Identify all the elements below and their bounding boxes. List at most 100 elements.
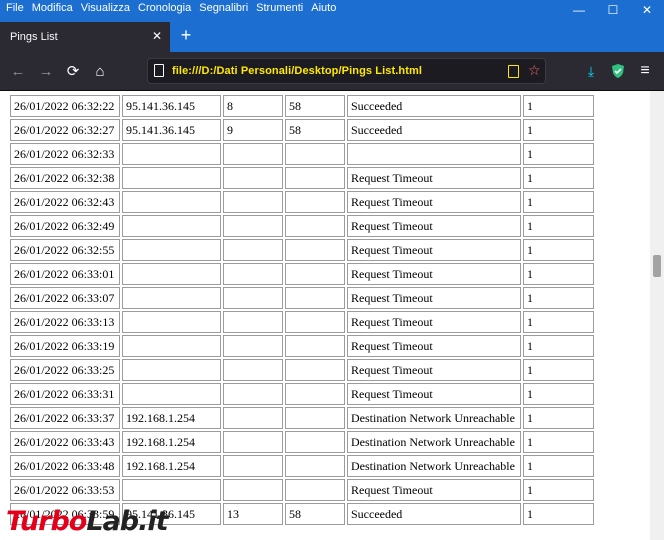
cell-timestamp: 26/01/2022 06:32:49 — [10, 215, 120, 237]
url-text: file:///D:/Dati Personali/Desktop/Pings … — [172, 65, 422, 77]
table-row: 26/01/2022 06:32:27 95.141.36.145 9 58 Succe… — [10, 119, 594, 141]
cell-ip-address — [122, 191, 221, 213]
scrollbar-thumb[interactable] — [653, 255, 661, 277]
cell-sequence — [223, 479, 283, 501]
shield-extension-icon[interactable] — [608, 61, 628, 81]
cell-count: 1 — [523, 407, 594, 429]
cell-sequence — [223, 287, 283, 309]
cell-count: 1 — [523, 503, 594, 525]
cell-ttl — [285, 431, 345, 453]
cell-sequence — [223, 263, 283, 285]
reload-button[interactable]: ⟳ — [61, 59, 85, 83]
cell-timestamp: 26/01/2022 06:33:53 — [10, 479, 120, 501]
menu-visualizza[interactable]: Visualizza — [81, 2, 130, 14]
cell-ttl — [285, 359, 345, 381]
cell-ttl — [285, 263, 345, 285]
download-icon[interactable]: ⤓ — [581, 61, 601, 81]
cell-ip-address: 192.168.1.254 — [122, 455, 221, 477]
cell-ip-address — [122, 335, 221, 357]
table-row: 26/01/2022 06:33:48 192.168.1.254 Destinat… — [10, 455, 594, 477]
menu-aiuto[interactable]: Aiuto — [311, 2, 336, 14]
cell-count: 1 — [523, 167, 594, 189]
title-bar: File Modifica Visualizza Cronologia Segn… — [0, 0, 664, 20]
cell-sequence — [223, 311, 283, 333]
cell-status: Request Timeout — [347, 335, 521, 357]
cell-count: 1 — [523, 455, 594, 477]
turbolab-watermark-logo: TurboLab.it — [6, 506, 169, 537]
cell-sequence — [223, 239, 283, 261]
home-button[interactable]: ⌂ — [88, 59, 112, 83]
cell-status: Request Timeout — [347, 383, 521, 405]
tab-close-icon[interactable]: ✕ — [152, 29, 162, 43]
cell-sequence — [223, 335, 283, 357]
tab-title: Pings List — [10, 31, 58, 43]
forward-button[interactable]: → — [34, 59, 58, 83]
cell-sequence: 9 — [223, 119, 283, 141]
cell-status: Request Timeout — [347, 287, 521, 309]
back-button[interactable]: ← — [6, 59, 30, 83]
tab-strip: Pings List ✕ + — [0, 20, 664, 52]
menu-cronologia[interactable]: Cronologia — [138, 2, 191, 14]
cell-timestamp: 26/01/2022 06:33:01 — [10, 263, 120, 285]
cell-ip-address: 95.141.36.145 — [122, 119, 221, 141]
cell-ttl — [285, 215, 345, 237]
table-row: 26/01/2022 06:32:33 1 — [10, 143, 594, 165]
cell-ip-address — [122, 383, 221, 405]
menu-segnalibri[interactable]: Segnalibri — [199, 2, 248, 14]
cell-sequence — [223, 191, 283, 213]
cell-timestamp: 26/01/2022 06:32:38 — [10, 167, 120, 189]
cell-status: Request Timeout — [347, 191, 521, 213]
vertical-scrollbar[interactable] — [650, 91, 664, 540]
cell-sequence — [223, 215, 283, 237]
cell-status — [347, 143, 521, 165]
cell-ttl — [285, 239, 345, 261]
cell-ip-address — [122, 287, 221, 309]
table-row: 26/01/2022 06:32:38 Request Timeout 1 — [10, 167, 594, 189]
nav-toolbar: ← → ⟳ ⌂ file:///D:/Dati Personali/Deskto… — [0, 52, 664, 90]
app-menu-icon[interactable]: ≡ — [635, 61, 655, 81]
cell-count: 1 — [523, 215, 594, 237]
cell-ip-address: 192.168.1.254 — [122, 431, 221, 453]
cell-ttl — [285, 287, 345, 309]
url-bar[interactable]: file:///D:/Dati Personali/Desktop/Pings … — [147, 58, 546, 84]
table-row: 26/01/2022 06:32:55 Request Timeout 1 — [10, 239, 594, 261]
cell-status: Destination Network Unreachable — [347, 455, 521, 477]
tab-pings-list[interactable]: Pings List ✕ — [0, 22, 170, 52]
page-content: 26/01/2022 06:32:22 95.141.36.145 8 58 Succe… — [0, 91, 650, 540]
cell-ttl — [285, 143, 345, 165]
cell-count: 1 — [523, 191, 594, 213]
table-row: 26/01/2022 06:33:43 192.168.1.254 Destinat… — [10, 431, 594, 453]
cell-ip-address — [122, 359, 221, 381]
minimize-button[interactable]: — — [562, 0, 596, 20]
maximize-button[interactable]: ☐ — [596, 0, 630, 20]
cell-ttl — [285, 383, 345, 405]
cell-ip-address: 95.141.36.145 — [122, 95, 221, 117]
cell-count: 1 — [523, 359, 594, 381]
cell-status: Request Timeout — [347, 263, 521, 285]
reader-view-icon[interactable] — [508, 65, 519, 78]
table-row: 26/01/2022 06:32:43 Request Timeout 1 — [10, 191, 594, 213]
cell-status: Succeeded — [347, 119, 521, 141]
cell-ttl — [285, 311, 345, 333]
menu-modifica[interactable]: Modifica — [32, 2, 73, 14]
cell-timestamp: 26/01/2022 06:32:27 — [10, 119, 120, 141]
cell-timestamp: 26/01/2022 06:32:33 — [10, 143, 120, 165]
close-window-button[interactable]: ✕ — [630, 0, 664, 20]
pings-table: 26/01/2022 06:32:22 95.141.36.145 8 58 Succe… — [8, 93, 596, 527]
table-row: 26/01/2022 06:33:01 Request Timeout 1 — [10, 263, 594, 285]
cell-count: 1 — [523, 263, 594, 285]
cell-timestamp: 26/01/2022 06:33:31 — [10, 383, 120, 405]
file-page-icon — [154, 64, 164, 77]
cell-status: Request Timeout — [347, 239, 521, 261]
bookmark-star-icon[interactable]: ☆ — [528, 62, 541, 79]
cell-status: Request Timeout — [347, 215, 521, 237]
menu-file[interactable]: File — [6, 2, 24, 14]
cell-ttl — [285, 335, 345, 357]
menu-bar: File Modifica Visualizza Cronologia Segn… — [6, 2, 344, 14]
menu-strumenti[interactable]: Strumenti — [256, 2, 303, 14]
cell-ttl — [285, 191, 345, 213]
cell-status: Request Timeout — [347, 311, 521, 333]
cell-timestamp: 26/01/2022 06:32:22 — [10, 95, 120, 117]
cell-ttl — [285, 167, 345, 189]
new-tab-button[interactable]: + — [176, 26, 196, 46]
